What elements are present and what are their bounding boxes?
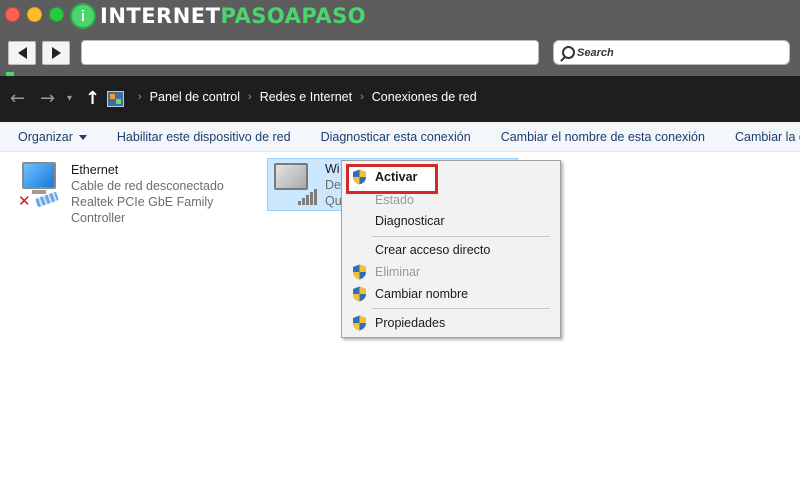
menu-item-create-shortcut[interactable]: Crear acceso directo <box>342 239 560 261</box>
uac-shield-icon <box>353 169 366 185</box>
menu-item-label: Estado <box>375 193 414 207</box>
menu-item-label: Crear acceso directo <box>375 243 491 257</box>
search-icon <box>562 46 575 59</box>
close-window-button[interactable] <box>5 7 20 22</box>
connection-adapter: Realtek PCIe GbE Family Controller <box>71 195 214 225</box>
enable-device-button[interactable]: Habilitar este dispositivo de red <box>102 130 306 144</box>
browser-chrome: i INTERNET PASOAPASO Search <box>0 0 800 76</box>
organize-menu-button[interactable]: Organizar <box>0 130 102 144</box>
back-arrow-icon[interactable]: ← <box>10 86 25 112</box>
breadcrumb: › Panel de control › Redes e Internet › … <box>130 90 477 104</box>
recent-locations-chevron-icon[interactable]: ▾ <box>67 86 72 112</box>
logo-icon: i <box>70 3 96 29</box>
caret-down-icon <box>78 134 87 140</box>
context-menu: Activar Estado Diagnosticar Crear acceso… <box>341 160 561 338</box>
menu-item-diagnose[interactable]: Diagnosticar <box>342 210 560 232</box>
forward-arrow-icon <box>51 47 61 59</box>
uac-shield-icon <box>353 286 366 302</box>
breadcrumb-chevron-icon[interactable]: › <box>138 91 142 103</box>
menu-separator <box>372 308 550 309</box>
forward-arrow-icon[interactable]: → <box>40 86 55 112</box>
menu-item-label: Cambiar nombre <box>375 287 469 301</box>
wifi-adapter-icon <box>270 161 320 207</box>
up-arrow-icon[interactable]: ↑ <box>85 86 100 112</box>
connection-name: Wi <box>325 162 340 176</box>
monitor-icon <box>274 163 308 190</box>
monitor-stand <box>32 190 46 194</box>
maximize-window-button[interactable] <box>49 7 64 22</box>
connection-adapter: Qu <box>325 194 342 208</box>
browser-back-button[interactable] <box>8 41 36 65</box>
change-settings-button[interactable]: Cambiar la configu <box>720 130 800 144</box>
menu-item-properties[interactable]: Propiedades <box>342 312 560 334</box>
connection-item-ethernet[interactable]: ✕ Ethernet Cable de red desconectado Rea… <box>18 160 263 225</box>
connection-status: Cable de red desconectado <box>71 179 224 193</box>
diagnose-connection-button[interactable]: Diagnosticar esta conexión <box>306 130 486 144</box>
breadcrumb-network-internet[interactable]: Redes e Internet <box>260 90 352 104</box>
wifi-details: Wi De Qu <box>325 161 342 209</box>
menu-item-delete[interactable]: Eliminar <box>342 261 560 283</box>
browser-search-input[interactable]: Search <box>553 40 790 65</box>
breadcrumb-chevron-icon[interactable]: › <box>360 91 364 103</box>
logo-text-primary: INTERNET <box>100 4 221 28</box>
control-panel-icon <box>107 91 124 107</box>
menu-item-label: Eliminar <box>375 265 421 279</box>
disconnected-x-icon: ✕ <box>18 192 31 210</box>
command-bar: Organizar Habilitar este dispositivo de … <box>0 122 800 152</box>
breadcrumb-chevron-icon[interactable]: › <box>248 91 252 103</box>
menu-item-activate[interactable]: Activar <box>342 166 560 188</box>
menu-item-label: Propiedades <box>375 316 446 330</box>
organize-label: Organizar <box>18 129 73 144</box>
rename-connection-button[interactable]: Cambiar el nombre de esta conexión <box>486 130 720 144</box>
menu-separator <box>372 236 550 237</box>
explorer-address-bar: ← → ▾ ↑ › Panel de control › Redes e Int… <box>0 76 800 122</box>
search-placeholder: Search <box>577 46 614 59</box>
connection-status: De <box>325 178 341 192</box>
menu-item-label: Activar <box>375 170 418 184</box>
uac-shield-icon <box>353 264 366 280</box>
browser-forward-button[interactable] <box>42 41 70 65</box>
minimize-window-button[interactable] <box>27 7 42 22</box>
logo-text-secondary: PASOAPASO <box>220 4 367 28</box>
menu-item-label: Diagnosticar <box>375 214 445 228</box>
menu-item-rename[interactable]: Cambiar nombre <box>342 283 560 305</box>
ethernet-details: Ethernet Cable de red desconectado Realt… <box>71 162 263 226</box>
breadcrumb-control-panel[interactable]: Panel de control <box>150 90 240 104</box>
menu-item-status[interactable]: Estado <box>342 189 560 211</box>
back-arrow-icon <box>17 47 27 59</box>
monitor-icon <box>22 162 56 189</box>
connection-name: Ethernet <box>71 163 119 177</box>
breadcrumb-network-connections[interactable]: Conexiones de red <box>372 90 477 104</box>
uac-shield-icon <box>353 315 366 331</box>
ethernet-adapter-icon: ✕ <box>18 162 68 210</box>
signal-strength-icon <box>298 189 317 205</box>
url-input[interactable] <box>81 40 539 65</box>
site-logo: i INTERNET PASOAPASO <box>70 3 366 29</box>
